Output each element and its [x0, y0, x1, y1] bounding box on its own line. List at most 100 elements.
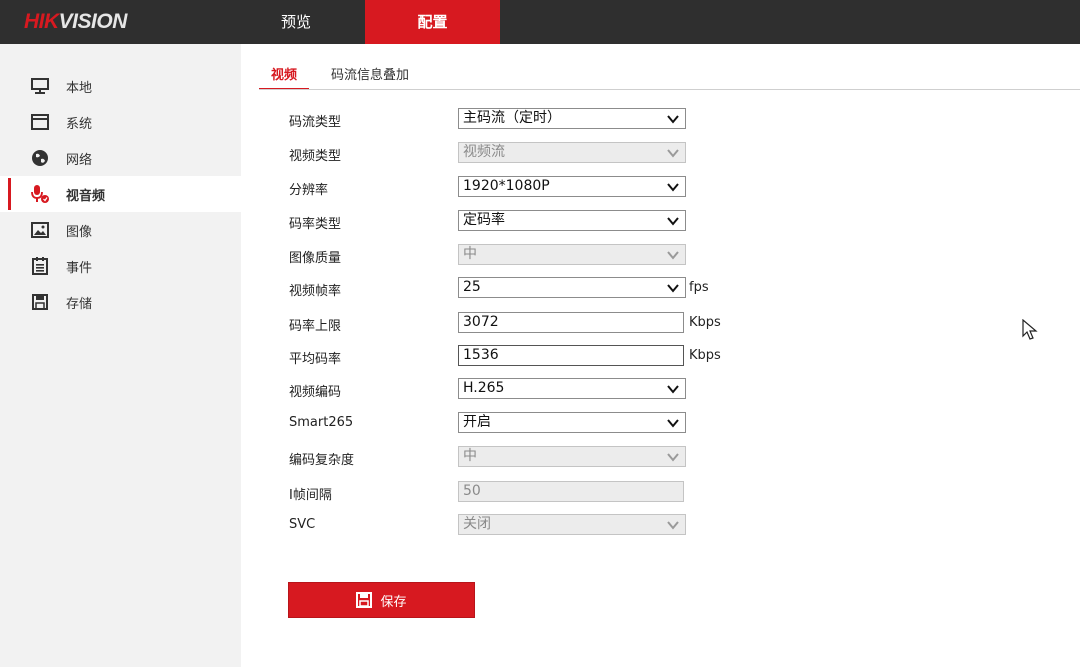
video-type-label: 视频类型 — [289, 149, 342, 164]
form-row-stream-type: 码流类型 主码流（定时） — [289, 108, 889, 130]
sidebar: 本地 系统 网络 视音频 图像 事件 存储 — [0, 44, 241, 667]
encoding-complexity-label: 编码复杂度 — [289, 453, 355, 468]
sidebar-item-storage[interactable]: 存储 — [0, 284, 241, 320]
svc-value: 关闭 — [463, 516, 491, 532]
form-row-frame-rate: 视频帧率 25 fps — [289, 277, 889, 299]
mouse-cursor-icon — [1022, 319, 1038, 340]
globe-icon — [30, 148, 50, 168]
form-row-smart265: Smart265 开启 — [289, 412, 889, 434]
top-bar: HIKVISION 预览 配置 — [0, 0, 1080, 44]
form-row-max-bitrate: 码率上限 3072 Kbps — [289, 312, 889, 334]
save-button[interactable]: 保存 — [288, 582, 475, 618]
form-row-video-encoding: 视频编码 H.265 — [289, 378, 889, 400]
chevron-down-icon — [667, 251, 679, 260]
video-type-select[interactable]: 视频流 — [458, 142, 686, 163]
sidebar-item-label: 网络 — [66, 152, 93, 168]
chevron-down-icon — [667, 217, 679, 226]
sidebar-item-network[interactable]: 网络 — [0, 140, 241, 176]
bitrate-type-value: 定码率 — [463, 212, 505, 228]
logo-rest-part: VISION — [58, 10, 128, 33]
form-row-svc: SVC 关闭 — [289, 514, 889, 536]
chevron-down-icon — [667, 149, 679, 158]
video-encoding-value: H.265 — [463, 380, 505, 396]
smart265-select[interactable]: 开启 — [458, 412, 686, 433]
nav-tab-configuration[interactable]: 配置 — [365, 0, 500, 44]
frame-rate-value: 25 — [463, 279, 481, 295]
floppy-icon — [356, 592, 373, 608]
i-frame-interval-input[interactable]: 50 — [458, 481, 684, 502]
resolution-value: 1920*1080P — [463, 178, 550, 194]
sidebar-item-label: 本地 — [66, 80, 93, 96]
chevron-down-icon — [667, 453, 679, 462]
i-frame-interval-label: I帧间隔 — [289, 488, 332, 503]
image-quality-label: 图像质量 — [289, 251, 342, 266]
chevron-down-icon — [667, 115, 679, 124]
stream-type-label: 码流类型 — [289, 115, 342, 130]
microphone-icon — [30, 184, 50, 204]
i-frame-interval-value: 50 — [463, 483, 481, 499]
bitrate-type-select[interactable]: 定码率 — [458, 210, 686, 231]
chevron-down-icon — [667, 521, 679, 530]
form-row-resolution: 分辨率 1920*1080P — [289, 176, 889, 198]
max-bitrate-label: 码率上限 — [289, 319, 342, 334]
video-encoding-label: 视频编码 — [289, 385, 342, 400]
sidebar-item-label: 图像 — [66, 224, 93, 240]
form-row-bitrate-type: 码率类型 定码率 — [289, 210, 889, 232]
form-row-image-quality: 图像质量 中 — [289, 244, 889, 266]
smart265-value: 开启 — [463, 414, 491, 430]
hikvision-logo: HIKVISION — [24, 10, 127, 34]
sidebar-item-label: 存储 — [66, 296, 93, 312]
avg-bitrate-unit: Kbps — [689, 348, 721, 363]
sidebar-item-label: 事件 — [66, 260, 93, 276]
chevron-down-icon — [667, 419, 679, 428]
floppy-icon — [30, 292, 50, 312]
max-bitrate-unit: Kbps — [689, 315, 721, 330]
tab-video[interactable]: 视频 — [259, 64, 309, 90]
frame-rate-label: 视频帧率 — [289, 284, 342, 299]
avg-bitrate-input[interactable]: 1536 — [458, 345, 684, 366]
encoding-complexity-select[interactable]: 中 — [458, 446, 686, 467]
resolution-select[interactable]: 1920*1080P — [458, 176, 686, 197]
logo-red-part: HIK — [24, 10, 59, 33]
form-row-i-frame-interval: I帧间隔 50 — [289, 481, 889, 503]
form-row-encoding-complexity: 编码复杂度 中 — [289, 446, 889, 468]
sidebar-item-event[interactable]: 事件 — [0, 248, 241, 284]
stream-type-value: 主码流（定时） — [463, 110, 561, 126]
svc-label: SVC — [289, 517, 316, 532]
avg-bitrate-value: 1536 — [463, 347, 499, 363]
video-type-value: 视频流 — [463, 144, 505, 160]
chevron-down-icon — [667, 284, 679, 293]
resolution-label: 分辨率 — [289, 183, 329, 198]
tab-divider — [259, 89, 1080, 90]
main-content: 视频 码流信息叠加 码流类型 主码流（定时） 视频类型 视频流 分辨率 1920… — [241, 44, 1080, 667]
tab-stream-info-overlay[interactable]: 码流信息叠加 — [331, 64, 409, 90]
frame-rate-select[interactable]: 25 — [458, 277, 686, 298]
sidebar-item-label: 系统 — [66, 116, 93, 132]
form-row-avg-bitrate: 平均码率 1536 Kbps — [289, 345, 889, 367]
avg-bitrate-label: 平均码率 — [289, 352, 342, 367]
window-icon — [30, 112, 50, 132]
chevron-down-icon — [667, 385, 679, 394]
sidebar-item-system[interactable]: 系统 — [0, 104, 241, 140]
monitor-icon — [30, 76, 50, 96]
sidebar-item-label: 视音频 — [66, 188, 106, 204]
form-row-video-type: 视频类型 视频流 — [289, 142, 889, 164]
encoding-complexity-value: 中 — [463, 448, 477, 464]
video-encoding-select[interactable]: H.265 — [458, 378, 686, 399]
calendar-icon — [30, 256, 50, 276]
max-bitrate-input[interactable]: 3072 — [458, 312, 684, 333]
sidebar-item-image[interactable]: 图像 — [0, 212, 241, 248]
stream-type-select[interactable]: 主码流（定时） — [458, 108, 686, 129]
smart265-label: Smart265 — [289, 415, 354, 430]
save-button-label: 保存 — [380, 594, 407, 610]
frame-rate-unit: fps — [689, 280, 709, 295]
nav-tab-preview[interactable]: 预览 — [262, 0, 330, 44]
svc-select[interactable]: 关闭 — [458, 514, 686, 535]
sidebar-item-video-audio[interactable]: 视音频 — [0, 176, 241, 212]
chevron-down-icon — [667, 183, 679, 192]
image-quality-select[interactable]: 中 — [458, 244, 686, 265]
sidebar-item-local[interactable]: 本地 — [0, 68, 241, 104]
image-quality-value: 中 — [463, 246, 477, 262]
image-icon — [30, 220, 50, 240]
bitrate-type-label: 码率类型 — [289, 217, 342, 232]
